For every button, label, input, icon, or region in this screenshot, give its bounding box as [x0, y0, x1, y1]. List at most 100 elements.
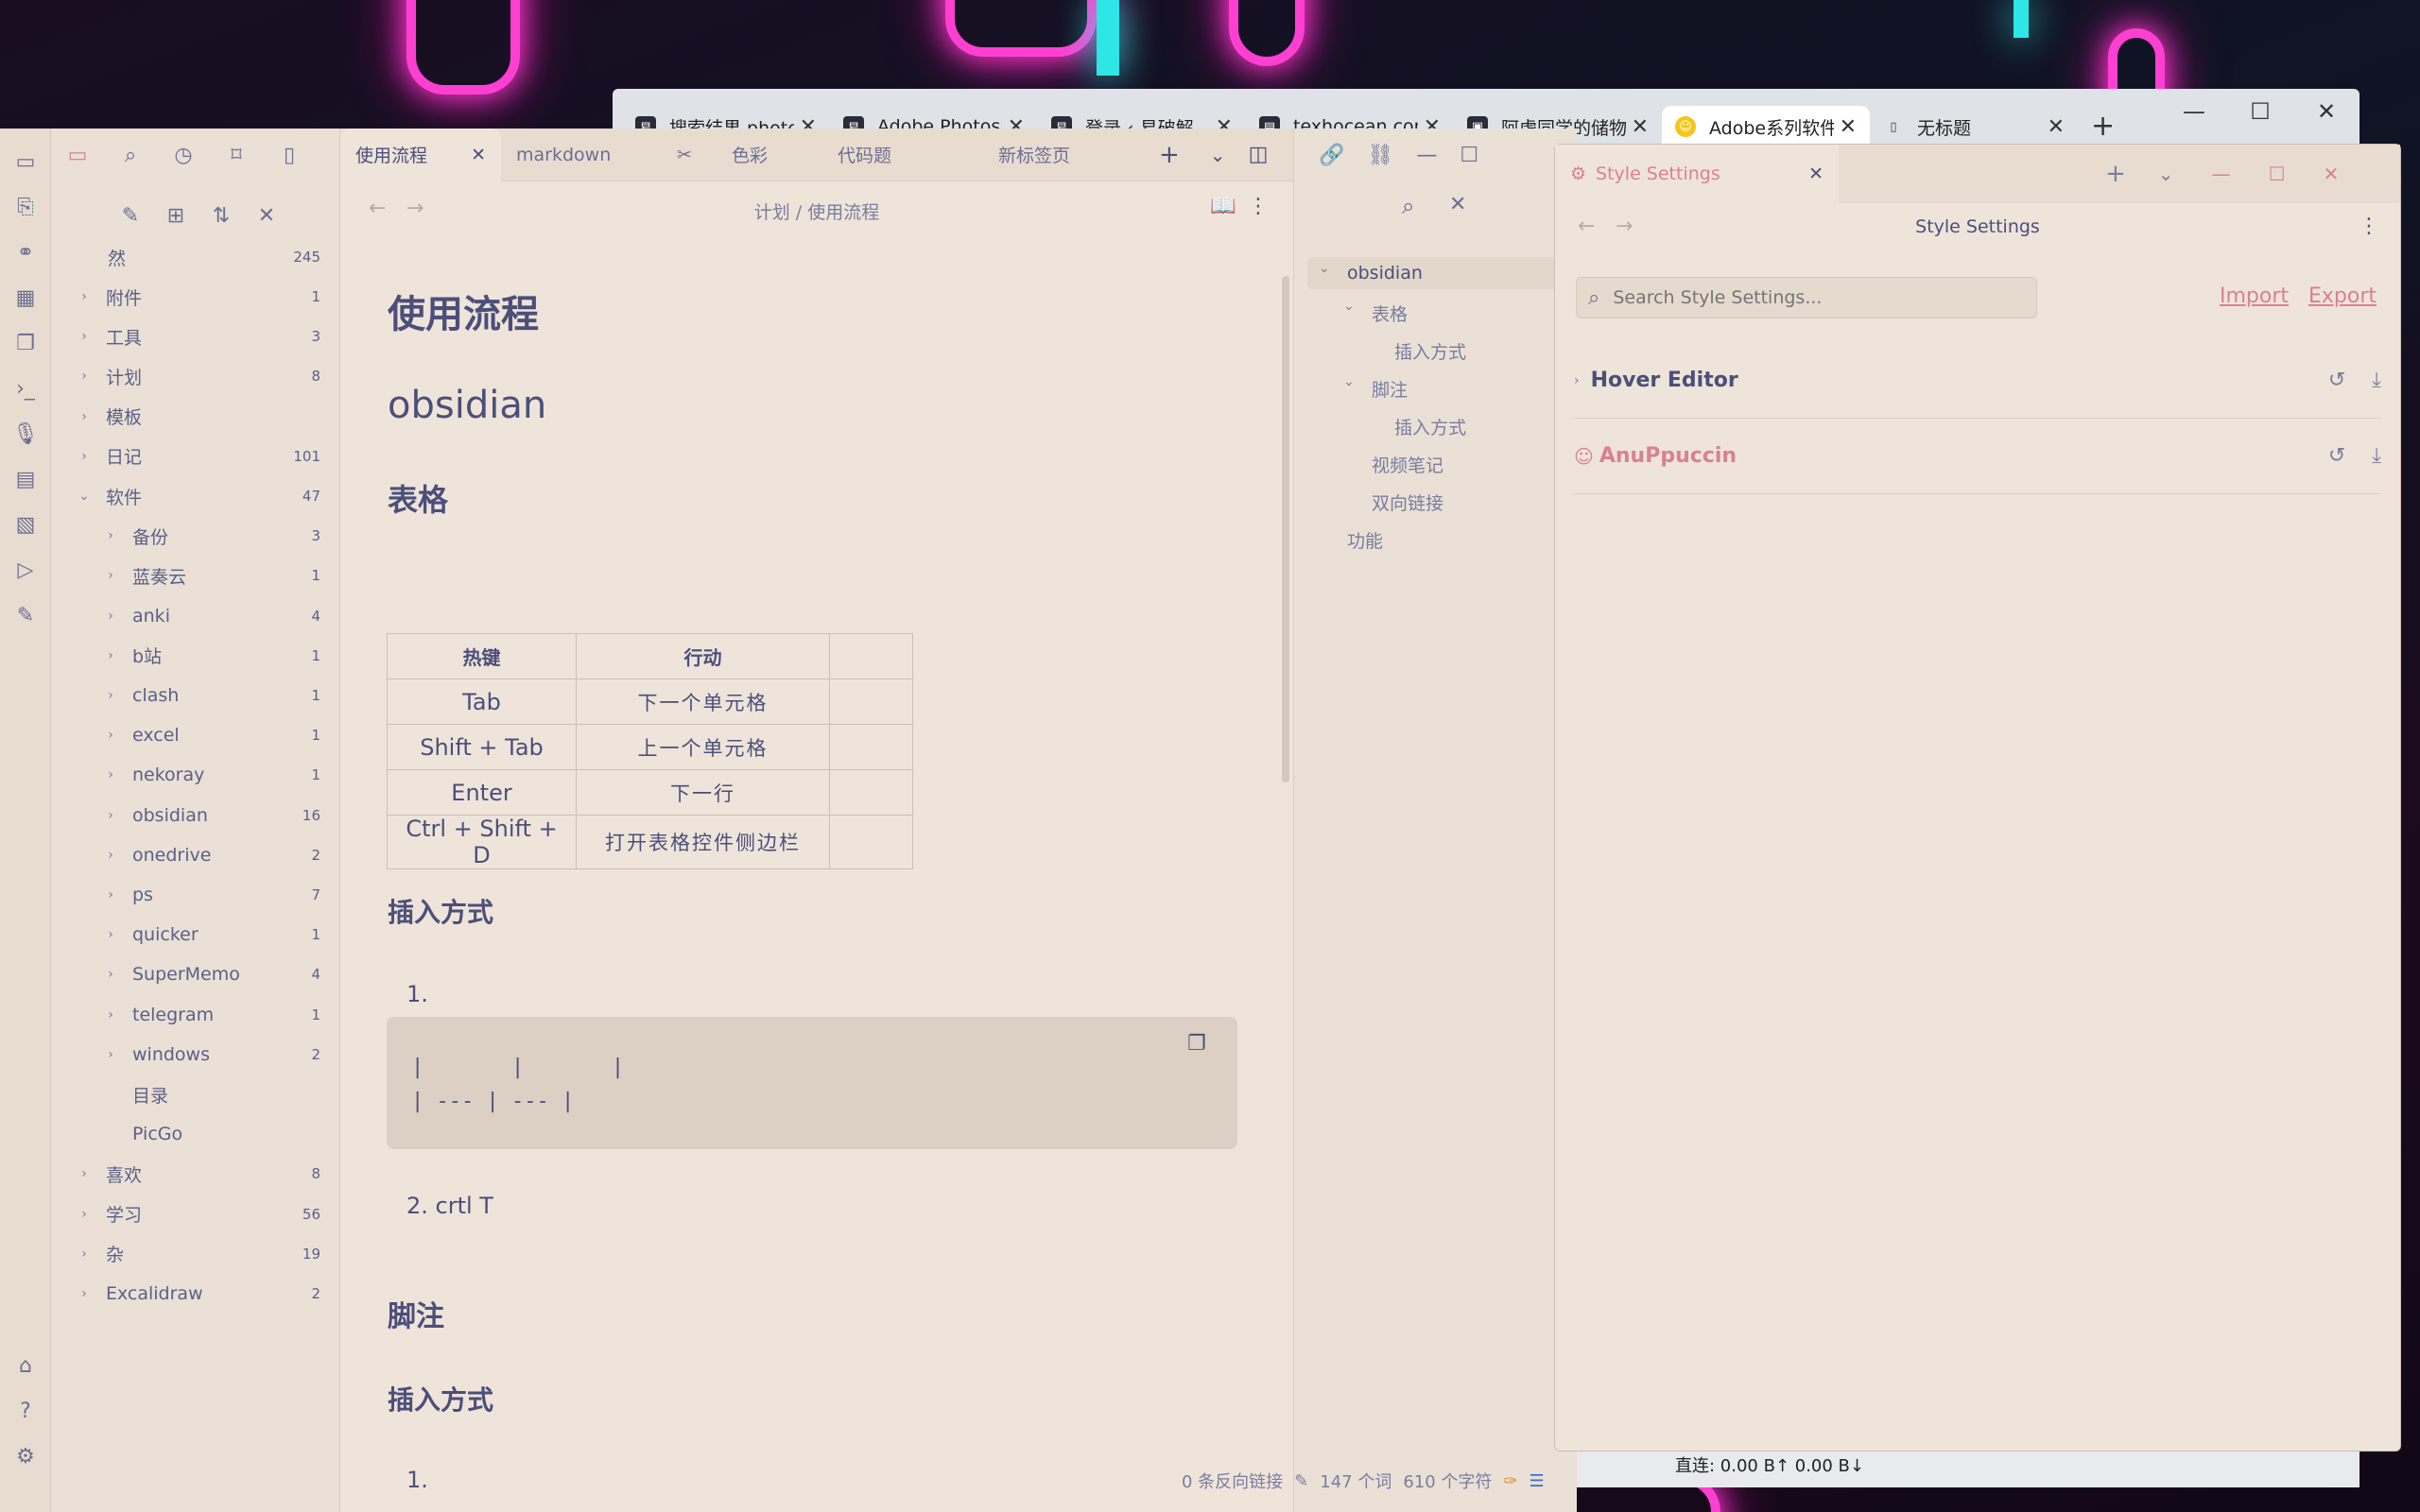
sidebar-toggle-icon[interactable]: ◫ [1241, 143, 1276, 166]
search-icon[interactable]: ⌕ [1402, 193, 1414, 219]
close-button[interactable]: ✕ [2324, 163, 2340, 185]
folder-item[interactable]: › nekoray 1 [78, 757, 320, 793]
folder-item[interactable]: 目录 [78, 1076, 320, 1112]
minimize-button[interactable]: — [1416, 144, 1437, 167]
folder-item[interactable]: › clash 1 [78, 678, 320, 713]
outline-item[interactable]: 脚注 [1372, 376, 1408, 402]
vault-root[interactable]: 然 245 [108, 239, 320, 275]
outline-item[interactable]: 双向链接 [1372, 490, 1443, 515]
unlink-icon[interactable]: ⛓ [1367, 144, 1393, 167]
folder-item[interactable]: › 附件 1 [51, 279, 320, 315]
chevron-down-icon[interactable]: ⌄ [1343, 299, 1355, 314]
table-cell[interactable]: 打开表格控件侧边栏 [576, 815, 830, 869]
folder-item[interactable]: › 学习 56 [51, 1196, 320, 1232]
folder-item[interactable]: › onedrive 2 [78, 837, 320, 873]
switcher-icon[interactable]: ⎘ [12, 195, 39, 221]
settings-row-hover-editor[interactable]: › Hover Editor ↺ ⤓ [1574, 343, 2381, 419]
copy-icon[interactable]: ❐ [12, 331, 39, 357]
maximize-button[interactable]: ☐ [1460, 144, 1478, 167]
download-icon[interactable]: ⤓ [2372, 369, 2381, 392]
graph-icon[interactable]: ⚭ [12, 240, 39, 266]
import-link[interactable]: Import [2220, 284, 2289, 308]
help-icon[interactable]: ? [12, 1399, 39, 1425]
table-cell[interactable]: 上一个单元格 [576, 724, 830, 770]
folder-icon[interactable]: ▭ [51, 144, 104, 167]
download-icon[interactable]: ⤓ [2372, 444, 2381, 468]
new-tab-button[interactable]: + [1144, 141, 1195, 169]
folder-item[interactable]: › Excalidraw 2 [51, 1276, 320, 1312]
new-folder-icon[interactable]: ⊞ [153, 204, 199, 228]
settings-gear-icon[interactable]: ⚙ [12, 1444, 39, 1470]
clock-icon[interactable]: ◷ [157, 144, 210, 167]
outline-item[interactable]: 功能 [1347, 527, 1383, 553]
template-icon[interactable]: ▤ [12, 467, 39, 493]
settings-row-anuppuccin[interactable]: ☺ AnuPpuccin ↺ ⤓ [1574, 419, 2381, 494]
play-icon[interactable]: ▷ [12, 558, 39, 584]
table-cell[interactable]: 下一行 [576, 769, 830, 816]
outline-item[interactable]: 视频笔记 [1372, 452, 1443, 477]
file-icon[interactable]: ▯ [263, 144, 316, 167]
table-cell[interactable]: Enter [387, 769, 577, 816]
sort-icon[interactable]: ⇅ [199, 204, 244, 228]
folder-item[interactable]: › anki 4 [78, 598, 320, 634]
outline-item[interactable]: 插入方式 [1394, 414, 1466, 439]
folder-item[interactable]: › windows 2 [78, 1037, 320, 1073]
table-cell[interactable]: Ctrl + Shift + D [387, 815, 577, 869]
tab-newtab[interactable]: 新标签页 [983, 129, 1144, 181]
browser-tab-active[interactable]: ☺ Adobe系列软件 ✕ [1662, 106, 1870, 147]
folder-item[interactable]: › obsidian 16 [78, 798, 320, 833]
table-cell[interactable] [829, 769, 913, 816]
folder-item[interactable]: › b站 1 [78, 638, 320, 674]
terminal-icon[interactable]: ›_ [12, 376, 39, 403]
folder-item[interactable]: ⌄ 软件 47 [51, 478, 320, 514]
folder-item[interactable]: › SuperMemo 4 [78, 956, 320, 992]
table-cell[interactable]: Tab [387, 679, 577, 725]
outline-item[interactable]: 插入方式 [1394, 338, 1466, 364]
new-note-icon[interactable]: ✎ [108, 204, 153, 228]
export-link[interactable]: Export [2308, 284, 2377, 308]
maximize-button[interactable]: ☐ [2227, 91, 2293, 132]
microphone-icon[interactable]: 🎙 [12, 421, 39, 448]
tab-usage[interactable]: 使用流程 ✕ [340, 128, 501, 181]
excalidraw-icon[interactable]: ✎ [12, 603, 39, 629]
folder-item[interactable]: › 日记 101 [51, 438, 320, 474]
new-tab-button[interactable]: + [2105, 160, 2126, 188]
list-icon[interactable]: ☰ [1530, 1471, 1545, 1491]
tab-color[interactable]: ✂ 色彩 [662, 129, 822, 181]
outline-item[interactable]: obsidian [1347, 263, 1423, 284]
chevron-down-icon[interactable]: ⌄ [1195, 144, 1241, 166]
close-icon[interactable]: ✕ [2048, 115, 2065, 139]
minimize-button[interactable]: — [2161, 91, 2227, 132]
table-cell[interactable] [829, 679, 913, 725]
scrollbar[interactable] [1282, 276, 1289, 782]
folder-item[interactable]: › telegram 1 [78, 997, 320, 1033]
search-input[interactable] [1613, 287, 2011, 308]
minimize-button[interactable]: — [2212, 163, 2231, 185]
close-button[interactable]: ✕ [2293, 91, 2360, 132]
browser-tab[interactable]: ▯ 无标题 ✕ [1870, 106, 2078, 147]
search-icon[interactable]: ⌕ [104, 144, 157, 167]
table-cell[interactable] [829, 815, 913, 869]
sidebar-toggle-icon[interactable]: ▭ [12, 149, 39, 176]
reset-icon[interactable]: ↺ [2328, 369, 2345, 392]
new-tab-button[interactable]: + [2078, 106, 2128, 147]
tab-code[interactable]: 代码题 [822, 129, 983, 181]
maximize-button[interactable]: ☐ [2269, 163, 2286, 185]
chevron-down-icon[interactable]: ⌄ [1319, 261, 1330, 276]
chevron-down-icon[interactable]: ⌄ [1343, 374, 1355, 389]
reset-icon[interactable]: ↺ [2328, 444, 2345, 468]
tab-markdown[interactable]: markdown [501, 129, 662, 181]
folder-item[interactable]: › excel 1 [78, 717, 320, 753]
backlinks-count[interactable]: 0 条反向链接 [1182, 1469, 1283, 1493]
calendar-icon[interactable]: ▦ [12, 285, 39, 312]
table-cell[interactable]: 下一个单元格 [576, 679, 830, 725]
copy-icon[interactable]: ❐ [1187, 1032, 1206, 1056]
close-icon[interactable]: ✕ [1840, 115, 1857, 139]
more-options-icon[interactable]: ⋮ [2359, 215, 2379, 238]
folder-item[interactable]: PicGo [78, 1116, 320, 1152]
search-box[interactable]: ⌕ [1576, 277, 2037, 318]
close-icon[interactable]: ✕ [1632, 115, 1649, 139]
folder-item[interactable]: › 蓝奏云 1 [78, 558, 320, 593]
folder-item[interactable]: › 计划 8 [51, 358, 320, 394]
folder-item[interactable]: › 杂 19 [51, 1236, 320, 1272]
